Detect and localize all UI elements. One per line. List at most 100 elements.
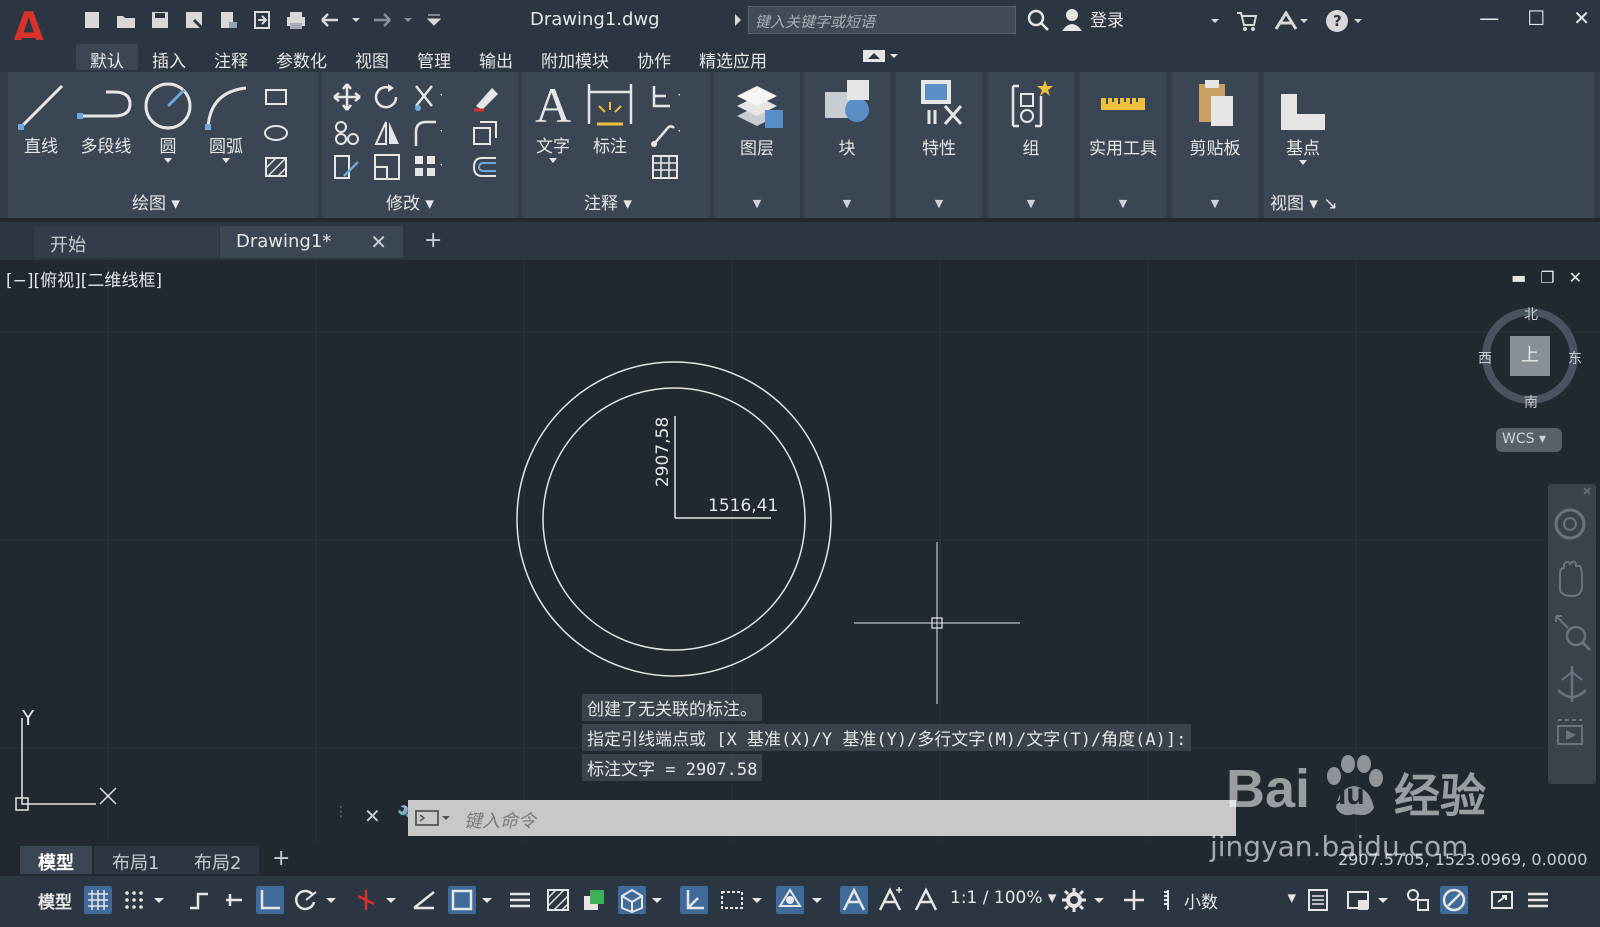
orbit-icon[interactable] [1548, 660, 1596, 708]
dimension-tool[interactable]: 标注 [584, 80, 636, 157]
tab-layout1[interactable]: 布局1 [94, 846, 178, 874]
tab-collaborate[interactable]: 协作 [623, 44, 685, 72]
hatch-icon[interactable] [262, 152, 292, 182]
circle-dropdown-icon[interactable] [163, 157, 173, 165]
isodraft-dropdown-icon[interactable] [384, 886, 398, 914]
annotation-monitor-icon[interactable] [1120, 886, 1148, 914]
basepoint-button[interactable]: 基点 [1274, 86, 1332, 167]
maximize-icon[interactable]: ☐ [1527, 6, 1545, 30]
viewcube-top-face[interactable]: 上 [1510, 336, 1550, 376]
minimize-icon[interactable]: — [1479, 6, 1499, 30]
customization-menu-icon[interactable] [1524, 886, 1552, 914]
table-icon[interactable] [650, 152, 680, 182]
export-icon[interactable] [214, 8, 242, 32]
redo-dropdown-icon[interactable] [402, 8, 414, 32]
arc-dropdown-icon[interactable] [221, 157, 231, 165]
text-tool[interactable]: A 文字 [528, 78, 578, 165]
infer-constraints-icon[interactable] [184, 886, 212, 914]
fillet-icon[interactable] [412, 118, 442, 148]
block-dropdown-icon[interactable]: ▼ [804, 197, 890, 210]
circle-tool[interactable]: 圆 [140, 80, 196, 165]
ortho-icon[interactable] [256, 886, 284, 914]
rotate-icon[interactable] [372, 82, 402, 112]
polar-tracking-icon[interactable] [292, 886, 320, 914]
command-line-grip-icon[interactable]: ⋮ [334, 804, 348, 828]
search-icon[interactable] [1026, 8, 1050, 36]
lineweight-icon[interactable] [506, 886, 534, 914]
workspace-gear-icon[interactable] [1060, 886, 1088, 914]
array-icon[interactable] [412, 152, 442, 182]
search-expand-icon[interactable] [734, 12, 742, 31]
units-select[interactable]: 小数 ▾ [1184, 888, 1296, 913]
model-space-toggle[interactable]: 模型 [38, 888, 72, 913]
navbar-close-icon[interactable] [1548, 484, 1596, 500]
new-file-icon[interactable] [78, 8, 106, 32]
layers-button[interactable]: 图层 ▼ [714, 72, 800, 218]
pan-icon[interactable] [1548, 556, 1596, 604]
login-dropdown-icon[interactable] [1210, 16, 1220, 26]
recent-commands-icon[interactable] [414, 808, 450, 832]
mirror-icon[interactable] [372, 118, 402, 148]
selection-filter-icon[interactable] [718, 886, 746, 914]
tab-output[interactable]: 输出 [465, 44, 527, 72]
view-panel-label[interactable]: 视图 ▾ ↘ [1270, 189, 1338, 214]
showmotion-icon[interactable] [1548, 712, 1596, 760]
basepoint-dropdown-icon[interactable] [1298, 159, 1308, 167]
explode-icon[interactable] [470, 118, 500, 148]
grid-icon[interactable] [84, 886, 112, 914]
units-icon[interactable] [1160, 886, 1176, 914]
ribbon-display-toggle[interactable] [862, 48, 900, 68]
close-tab-icon[interactable]: ✕ [370, 230, 387, 254]
undo-dropdown-icon[interactable] [350, 8, 362, 32]
help-icon[interactable]: ? [1324, 8, 1364, 34]
3d-osnap-icon[interactable] [618, 886, 646, 914]
modify-panel-label[interactable]: 修改 ▾ [386, 189, 434, 214]
close-window-icon[interactable]: ✕ [1573, 6, 1590, 30]
snap-icon[interactable] [120, 886, 148, 914]
compass-north[interactable]: 北 [1524, 304, 1538, 324]
3d-osnap-dropdown-icon[interactable] [650, 886, 664, 914]
copy-icon[interactable] [332, 118, 362, 148]
tab-start[interactable]: 开始 [34, 226, 219, 258]
object-snap-icon[interactable] [448, 886, 476, 914]
isolate-objects-icon[interactable] [1404, 886, 1432, 914]
zoom-extents-icon[interactable] [1548, 608, 1596, 656]
tab-addins[interactable]: 附加模块 [527, 44, 623, 72]
tab-featured-apps[interactable]: 精选应用 [685, 44, 781, 72]
offset-icon[interactable] [470, 152, 500, 182]
annotation-panel-label[interactable]: 注释 ▾ [584, 189, 632, 214]
stretch-icon[interactable] [332, 152, 362, 182]
draw-panel-label[interactable]: 绘图 ▾ [132, 189, 180, 214]
utilities-dropdown-icon[interactable]: ▼ [1080, 197, 1166, 210]
group-dropdown-icon[interactable]: ▼ [988, 197, 1074, 210]
text-dropdown-icon[interactable] [548, 157, 558, 165]
compass-south[interactable]: 南 [1524, 392, 1538, 412]
tab-parametric[interactable]: 参数化 [262, 44, 341, 72]
undo-icon[interactable] [316, 8, 344, 32]
annotation-scale-value[interactable]: 1:1 / 100% ▾ [950, 888, 1056, 908]
layers-dropdown-icon[interactable]: ▼ [714, 197, 800, 210]
transparency-icon[interactable] [544, 886, 572, 914]
rectangle-icon[interactable] [262, 82, 292, 112]
tab-annotate[interactable]: 注释 [200, 44, 262, 72]
line-tool[interactable]: 直线 [16, 80, 66, 157]
save-icon[interactable] [146, 8, 174, 32]
selection-cycling-icon[interactable] [580, 886, 608, 914]
steering-wheel-icon[interactable] [1548, 504, 1596, 552]
dimension-text-horizontal[interactable]: 1516,41 [708, 496, 778, 516]
lock-dropdown-icon[interactable] [1376, 886, 1390, 914]
tab-home[interactable]: 默认 [76, 44, 138, 72]
move-icon[interactable] [332, 82, 362, 112]
tab-view[interactable]: 视图 [341, 44, 403, 72]
customize-qat-icon[interactable] [420, 8, 448, 32]
multileader-icon[interactable] [650, 118, 680, 148]
add-layout-icon[interactable]: + [272, 846, 290, 871]
tab-insert[interactable]: 插入 [138, 44, 200, 72]
lock-ui-icon[interactable] [1344, 886, 1372, 914]
tab-manage[interactable]: 管理 [403, 44, 465, 72]
search-input[interactable]: 键入关键字或短语 [748, 6, 1016, 34]
leader-icon[interactable] [650, 82, 680, 112]
cart-icon[interactable] [1236, 11, 1258, 31]
redo-icon[interactable] [368, 8, 396, 32]
filter-dropdown-icon[interactable] [750, 886, 764, 914]
